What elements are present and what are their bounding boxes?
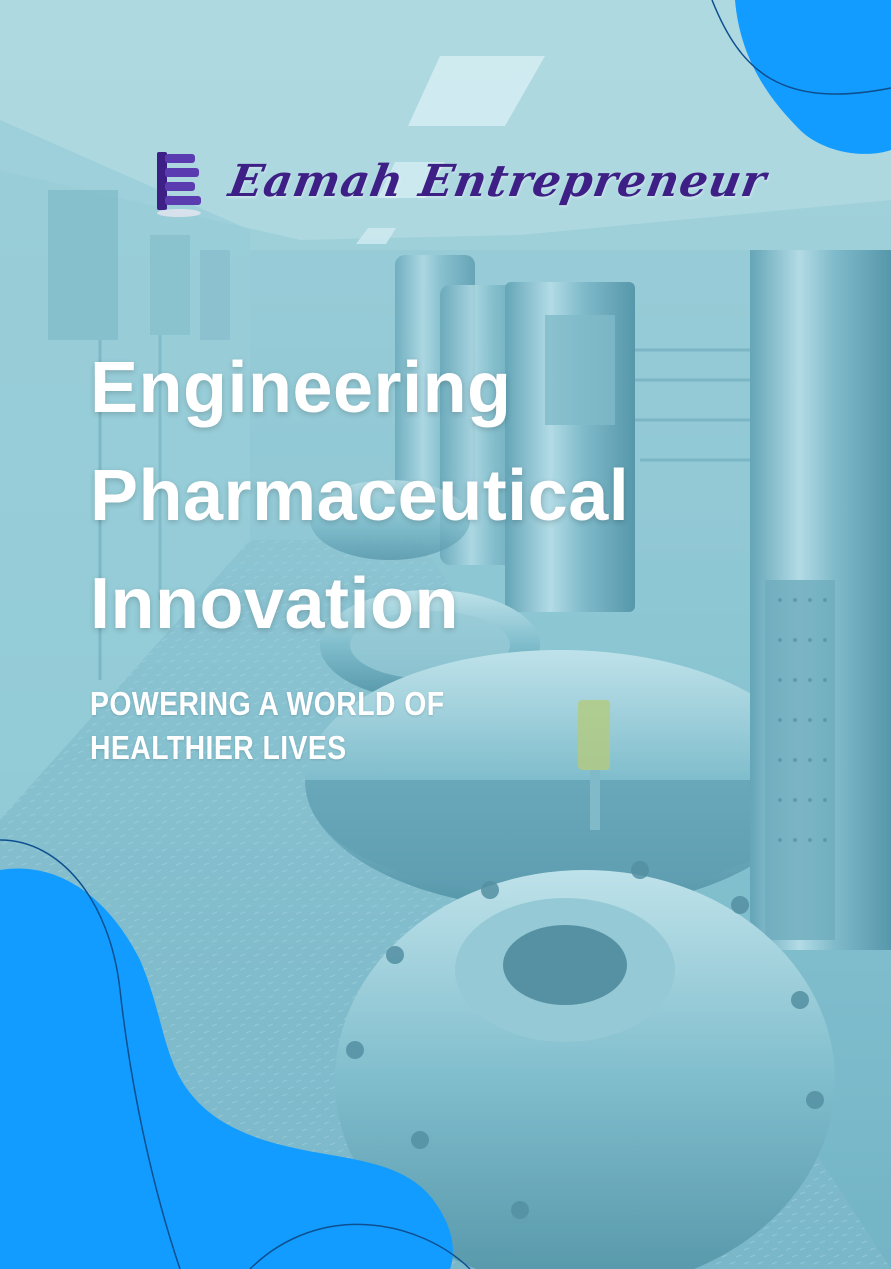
tagline-line: POWERING A WORLD OF xyxy=(90,685,445,722)
headline-line: Pharmaceutical xyxy=(90,456,630,536)
headline-line: Engineering xyxy=(90,348,512,428)
headline-line: Innovation xyxy=(90,564,459,644)
tagline: POWERING A WORLD OF HEALTHIER LIVES xyxy=(90,682,610,770)
stacked-e-logo-icon xyxy=(157,152,201,217)
cover-page: Eamah Entrepreneur Engineering Pharmaceu… xyxy=(0,0,891,1269)
brand-name: Eamah Entrepreneur xyxy=(225,156,771,207)
tagline-line: HEALTHIER LIVES xyxy=(90,729,347,766)
brand-logo: Eamah Entrepreneur xyxy=(155,150,771,222)
headline: Engineering Pharmaceutical Innovation xyxy=(90,334,850,658)
